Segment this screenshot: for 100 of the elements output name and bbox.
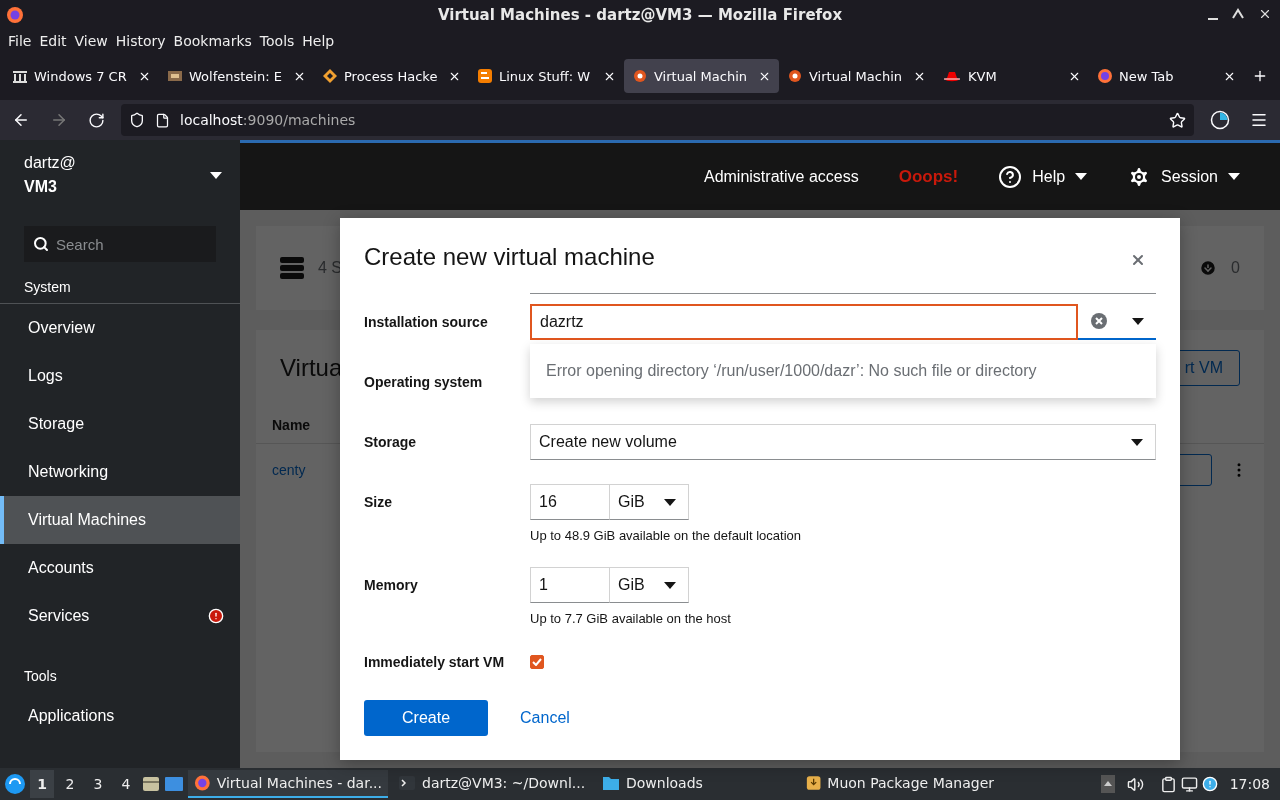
menu-item[interactable]: View: [70, 30, 112, 52]
caret-icon: [664, 498, 676, 506]
column-header: Name: [272, 416, 311, 433]
section-title: Tools: [23, 667, 58, 686]
drawer-icon[interactable]: [142, 775, 160, 793]
account-icon[interactable]: [1210, 110, 1230, 130]
new-tab-icon[interactable]: [1252, 68, 1268, 84]
bookmark-star-icon[interactable]: [1169, 111, 1186, 129]
clock: 17:08: [1229, 776, 1270, 792]
shield-icon: [129, 112, 145, 128]
size-field[interactable]: 1: [530, 567, 610, 603]
cancel-button[interactable]: Cancel: [504, 700, 586, 736]
caret-icon: [664, 581, 676, 589]
browser-tab[interactable]: New Tab: [1089, 59, 1244, 93]
folder-icon: [602, 774, 620, 792]
alert-text: Ooops!: [898, 166, 959, 187]
create-button[interactable]: Create: [364, 700, 489, 736]
caret-icon: [1228, 173, 1240, 180]
maximize-icon[interactable]: [1232, 7, 1244, 19]
close-button[interactable]: [1130, 252, 1146, 268]
game-icon: [167, 68, 183, 84]
browser-tab[interactable]: Wolfenstein: E: [159, 59, 314, 93]
nav-item[interactable]: Services: [0, 592, 240, 640]
field-label: Immediately start VM: [364, 653, 506, 672]
field-label: Operating system: [364, 373, 484, 392]
download-icon: [1199, 259, 1218, 277]
cockpit-icon: [632, 68, 648, 84]
host-caret-icon: [210, 171, 222, 179]
search-field[interactable]: Search: [24, 226, 216, 262]
clipboard-icon[interactable]: [1159, 775, 1177, 793]
session-menu[interactable]: Session: [1127, 164, 1240, 189]
search-icon: [33, 236, 49, 252]
diamond-icon: [322, 68, 338, 84]
host-name[interactable]: VM3: [24, 175, 76, 199]
help-menu[interactable]: Help: [998, 164, 1088, 189]
card-title: Virtua: [280, 354, 343, 382]
firefox-icon: [1097, 68, 1113, 84]
launcher-icon[interactable]: [4, 773, 26, 795]
reload-icon[interactable]: [88, 111, 105, 129]
menu-icon[interactable]: [1250, 111, 1268, 129]
package-icon: [806, 774, 822, 792]
nav-item[interactable]: Logs: [0, 352, 240, 400]
workspace-button[interactable]: 1: [30, 770, 54, 798]
nav-item[interactable]: Overview: [0, 304, 240, 352]
error-message: Error opening directory ‘/run/user/1000/dazr’: No such file or directory: [546, 362, 1037, 380]
nav-item[interactable]: Virtual Machines: [0, 496, 240, 544]
taskbar-task[interactable]: dartz@VM3: ~/Downl...: [392, 770, 592, 798]
checkbox[interactable]: [530, 655, 544, 669]
help-icon: [998, 164, 1023, 189]
browser-tab[interactable]: Process Hacke: [314, 59, 469, 93]
notification-icon[interactable]: [1201, 776, 1218, 792]
firefox-icon: [194, 774, 211, 792]
field-label: Memory: [364, 576, 419, 595]
terminal-icon: [398, 774, 416, 792]
nav-item[interactable]: Storage: [0, 400, 240, 448]
unit-select[interactable]: GiB: [610, 484, 689, 520]
window-title: Virtual Machines - dartz@VM3 — Mozilla Firefox: [437, 6, 843, 24]
size-field[interactable]: 16: [530, 484, 610, 520]
cockpit-icon: [787, 68, 803, 84]
blog-icon: [477, 68, 493, 84]
forward-icon[interactable]: [50, 111, 68, 129]
workspace-button[interactable]: 3: [86, 770, 110, 798]
installation-source-field[interactable]: dazrtz: [530, 304, 1078, 340]
browser-tab[interactable]: Virtual Machin: [624, 59, 779, 93]
menu-item[interactable]: Tools: [255, 30, 299, 52]
menu-item[interactable]: History: [111, 30, 170, 52]
back-icon[interactable]: [12, 111, 30, 129]
nav-item[interactable]: Networking: [0, 448, 240, 496]
help-text: Up to 48.9 GiB available on the default location: [530, 528, 802, 543]
unit-select[interactable]: GiB: [610, 567, 689, 603]
browser-tab[interactable]: Linux Stuff: W: [469, 59, 624, 93]
taskbar-task[interactable]: Virtual Machines - dar...: [188, 770, 388, 798]
storage-select[interactable]: Create new volume: [530, 424, 1156, 460]
volume-icon[interactable]: [1126, 775, 1144, 793]
menu-item[interactable]: Help: [298, 30, 339, 52]
menu-item[interactable]: File: [4, 30, 36, 52]
help-text: Up to 7.7 GiB available on the host: [530, 611, 732, 626]
menu-item[interactable]: Edit: [35, 30, 71, 52]
taskbar-task[interactable]: Muon Package Manager: [800, 770, 1000, 798]
browser-tab[interactable]: Virtual Machin: [779, 59, 934, 93]
nav-item[interactable]: Applications: [0, 692, 240, 740]
nav-item[interactable]: Accounts: [0, 544, 240, 592]
clear-icon[interactable]: [1090, 313, 1107, 329]
address-bar[interactable]: localhost:9090/machines: [121, 104, 1194, 136]
close-icon[interactable]: [1258, 7, 1272, 21]
browser-tab[interactable]: Windows 7 CR: [4, 59, 159, 93]
caret-icon: [1131, 438, 1143, 446]
browser-tab[interactable]: KVM: [934, 59, 1089, 93]
admin-access-link[interactable]: Administrative access: [703, 167, 859, 186]
workspace-button[interactable]: 4: [114, 770, 138, 798]
field-label: Installation source: [364, 313, 489, 332]
desktop-icon[interactable]: [164, 775, 184, 793]
dialog-title: Create new virtual machine: [364, 242, 655, 272]
menu-item[interactable]: Bookmarks: [169, 30, 256, 52]
field-label: Size: [364, 493, 393, 512]
taskbar-task[interactable]: Downloads: [596, 770, 796, 798]
network-icon[interactable]: [1180, 775, 1198, 793]
caret-icon: [1075, 173, 1088, 180]
firefox-icon: [6, 6, 24, 24]
workspace-button[interactable]: 2: [58, 770, 82, 798]
